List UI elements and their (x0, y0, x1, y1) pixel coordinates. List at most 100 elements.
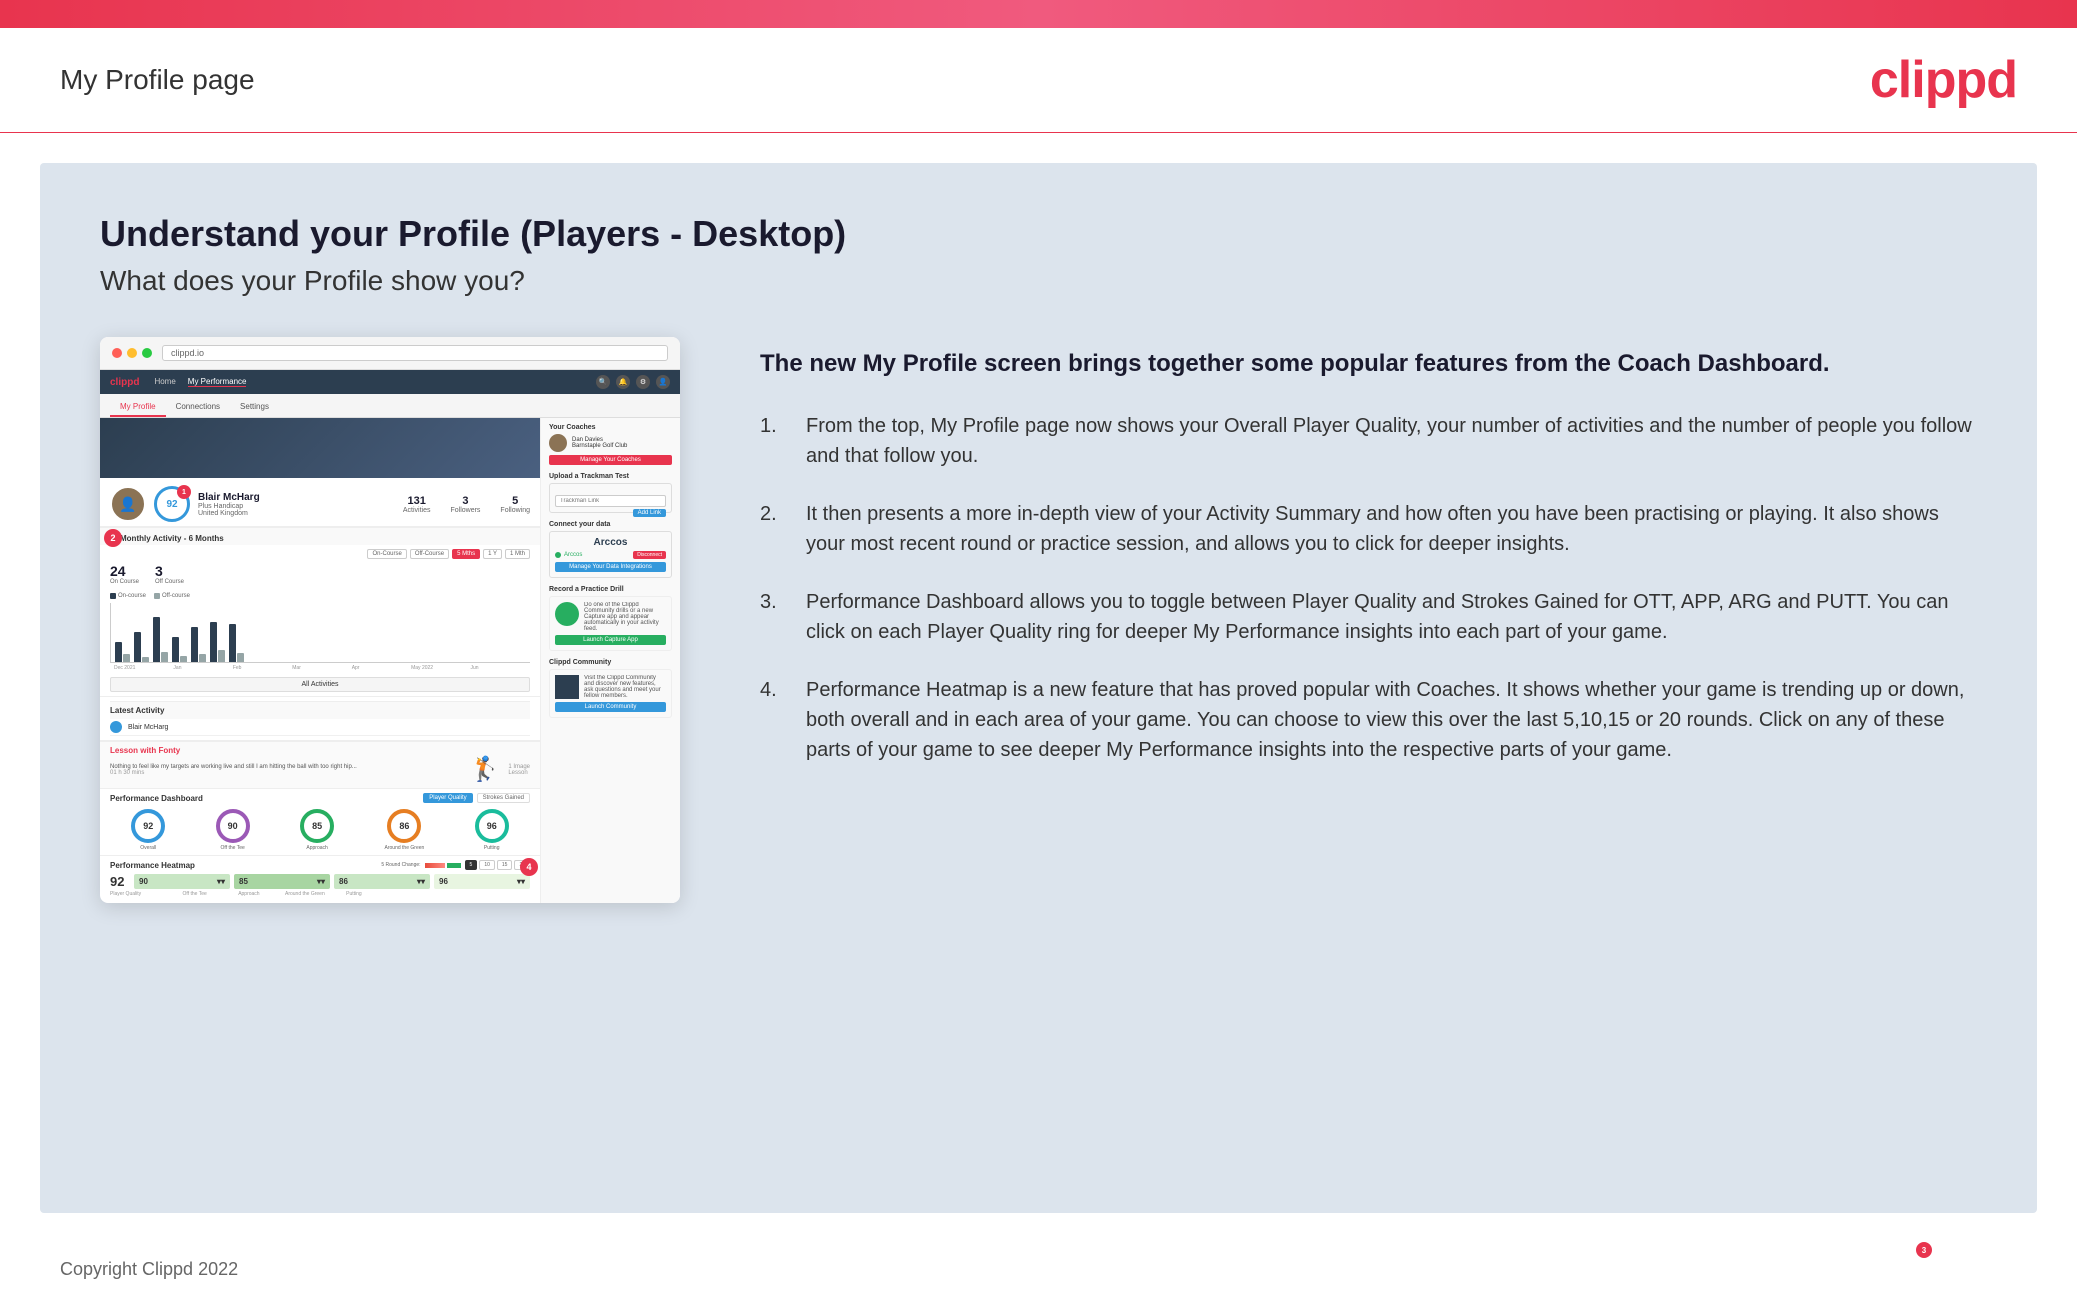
following-label: Following (500, 507, 530, 514)
pill-both[interactable]: 5 Mths (452, 549, 480, 559)
quality-badge: 1 (177, 485, 191, 499)
following-stat: 5 Following (500, 495, 530, 514)
numbered-list: 1.From the top, My Profile page now show… (760, 411, 1977, 765)
drill-title: Record a Practice Drill (549, 586, 672, 593)
nav-link-performance[interactable]: My Performance (188, 377, 247, 387)
heatmap-cell-putt[interactable]: 96 ▾▾ (434, 874, 530, 889)
pill-all[interactable]: 1 Mth (505, 549, 530, 559)
bar-on-course (153, 617, 160, 662)
browser-left: 👤 92 1 Blair McHarg Plus Handicap (100, 418, 540, 903)
pill-off[interactable]: Off-Course (410, 549, 449, 559)
heatmap-cell-arg[interactable]: 86 ▾▾ (334, 874, 430, 889)
community-box: Visit the Clippd Community and discover … (549, 669, 672, 718)
community-title: Clippd Community (549, 659, 672, 666)
browser-dots (112, 348, 152, 358)
chart-stats: 24 On Course 3 Off Course (100, 563, 540, 589)
activity-row[interactable]: Blair McHarg (110, 719, 530, 736)
manage-integrations-button[interactable]: Manage Your Data Integrations (555, 562, 666, 572)
item-num: 3. (760, 587, 790, 647)
profile-tabs: My Profile Connections Settings (100, 394, 680, 418)
activity-pills: On-Course Off-Course 5 Mths 1 Y 1 Mth (367, 549, 530, 559)
xaxis-label: Jan (173, 665, 228, 671)
ring-putt[interactable]: 96 Putting (475, 809, 509, 851)
rounds-15[interactable]: 15 (497, 860, 513, 870)
connect-title: Connect your data (549, 521, 672, 528)
followers-value: 3 (450, 495, 480, 507)
activities-label: Activities (403, 507, 431, 514)
label-around-green: Around the Green (285, 891, 325, 897)
main-content: Understand your Profile (Players - Deskt… (40, 163, 2037, 1213)
tab-my-profile[interactable]: My Profile (110, 398, 166, 417)
on-course-label: On Course (110, 579, 139, 585)
bar-off-course (218, 650, 225, 662)
off-course-label: Off Course (155, 579, 184, 585)
rounds-10[interactable]: 10 (479, 860, 495, 870)
toggle-buttons: Player Quality Strokes Gained (423, 793, 530, 803)
label-ott: Off the Tee (183, 891, 207, 897)
coaches-title: Your Coaches (549, 424, 672, 431)
heatmap-row: 92 90 ▾▾ 85 ▾▾ 86 (110, 874, 530, 889)
ring-arg-label: Around the Green (385, 845, 425, 851)
quality-score: 92 (166, 499, 177, 510)
add-link-button[interactable]: Add Link (633, 509, 666, 517)
manage-coaches-button[interactable]: Manage Your Coaches (549, 455, 672, 465)
activities-value: 131 (403, 495, 431, 507)
ring-overall[interactable]: 92 Overall (131, 809, 165, 851)
coach-avatar (549, 434, 567, 452)
arccos-logo: Arccos (555, 537, 666, 548)
browser-mockup: clippd.io clippd Home My Performance 🔍 🔔… (100, 337, 680, 903)
bar-off-course (161, 652, 168, 662)
perf-header: Performance Dashboard Player Quality Str… (110, 793, 530, 803)
logo: clippd (1870, 50, 2017, 110)
connect-data-section: Connect your data Arccos Arccos Disconne… (549, 521, 672, 578)
ring-ott[interactable]: 90 Off the Tee (216, 809, 250, 851)
pill-1y[interactable]: 1 Y (483, 549, 502, 559)
launch-community-button[interactable]: Launch Community (555, 702, 666, 712)
tab-settings[interactable]: Settings (230, 398, 279, 417)
nav-links: Home My Performance (154, 377, 246, 387)
heatmap-cell-ott[interactable]: 90 ▾▾ (134, 874, 230, 889)
disconnect-button[interactable]: Disconnect (633, 551, 666, 559)
item-num: 2. (760, 499, 790, 559)
launch-drill-button[interactable]: Launch Capture App (555, 635, 666, 645)
rounds-5[interactable]: 5 (465, 860, 478, 870)
all-activities-button[interactable]: All Activities (110, 677, 530, 692)
performance-heatmap-section: 4 Performance Heatmap 5 Round Change: (100, 855, 540, 903)
trackman-input[interactable] (555, 495, 666, 507)
heatmap-labels: Player Quality Off the Tee Approach Arou… (110, 889, 530, 899)
bar-chart (110, 603, 530, 663)
chart-xaxis: Dec 2021JanFebMarAprMay 2022Jun (110, 663, 530, 673)
drill-text: Do one of the Clippd Community drills or… (584, 602, 666, 632)
ring-app[interactable]: 85 Approach (300, 809, 334, 851)
dot-green (142, 348, 152, 358)
item-text: Performance Dashboard allows you to togg… (806, 587, 1977, 647)
url-bar[interactable]: clippd.io (162, 345, 668, 361)
ring-arg[interactable]: 86 Around the Green (385, 809, 425, 851)
heatmap-title: Performance Heatmap (110, 861, 195, 870)
pill-on[interactable]: On-Course (367, 549, 406, 559)
annotation-badge-4: 4 (520, 858, 538, 876)
heatmap-cell-app[interactable]: 85 ▾▾ (234, 874, 330, 889)
ring-app-circle: 85 (300, 809, 334, 843)
toggle-strokes-gained[interactable]: Strokes Gained (477, 793, 530, 803)
settings-icon[interactable]: ⚙ (636, 375, 650, 389)
nav-link-home[interactable]: Home (154, 377, 175, 387)
on-course-stat: 24 On Course (110, 563, 139, 585)
heatmap-controls: 5 Round Change: 5 10 15 (381, 860, 530, 870)
search-icon[interactable]: 🔍 (596, 375, 610, 389)
bar-group (134, 632, 149, 662)
item-text: Performance Heatmap is a new feature tha… (806, 675, 1977, 765)
bar-group (210, 622, 225, 662)
quality-ring[interactable]: 92 1 (154, 486, 190, 522)
ring-ott-label: Off the Tee (221, 845, 245, 851)
tab-connections[interactable]: Connections (166, 398, 230, 417)
bell-icon[interactable]: 🔔 (616, 375, 630, 389)
trend-up-bar (447, 863, 461, 868)
toggle-player-quality[interactable]: Player Quality (423, 793, 472, 803)
content-title: Understand your Profile (Players - Deskt… (100, 213, 1977, 255)
bar-group (229, 624, 244, 662)
arccos-box: Arccos Arccos Disconnect Manage Your Dat… (549, 531, 672, 578)
putt-val: 96 (439, 877, 448, 886)
annotation-badge-2: 2 (104, 529, 122, 547)
user-icon[interactable]: 👤 (656, 375, 670, 389)
